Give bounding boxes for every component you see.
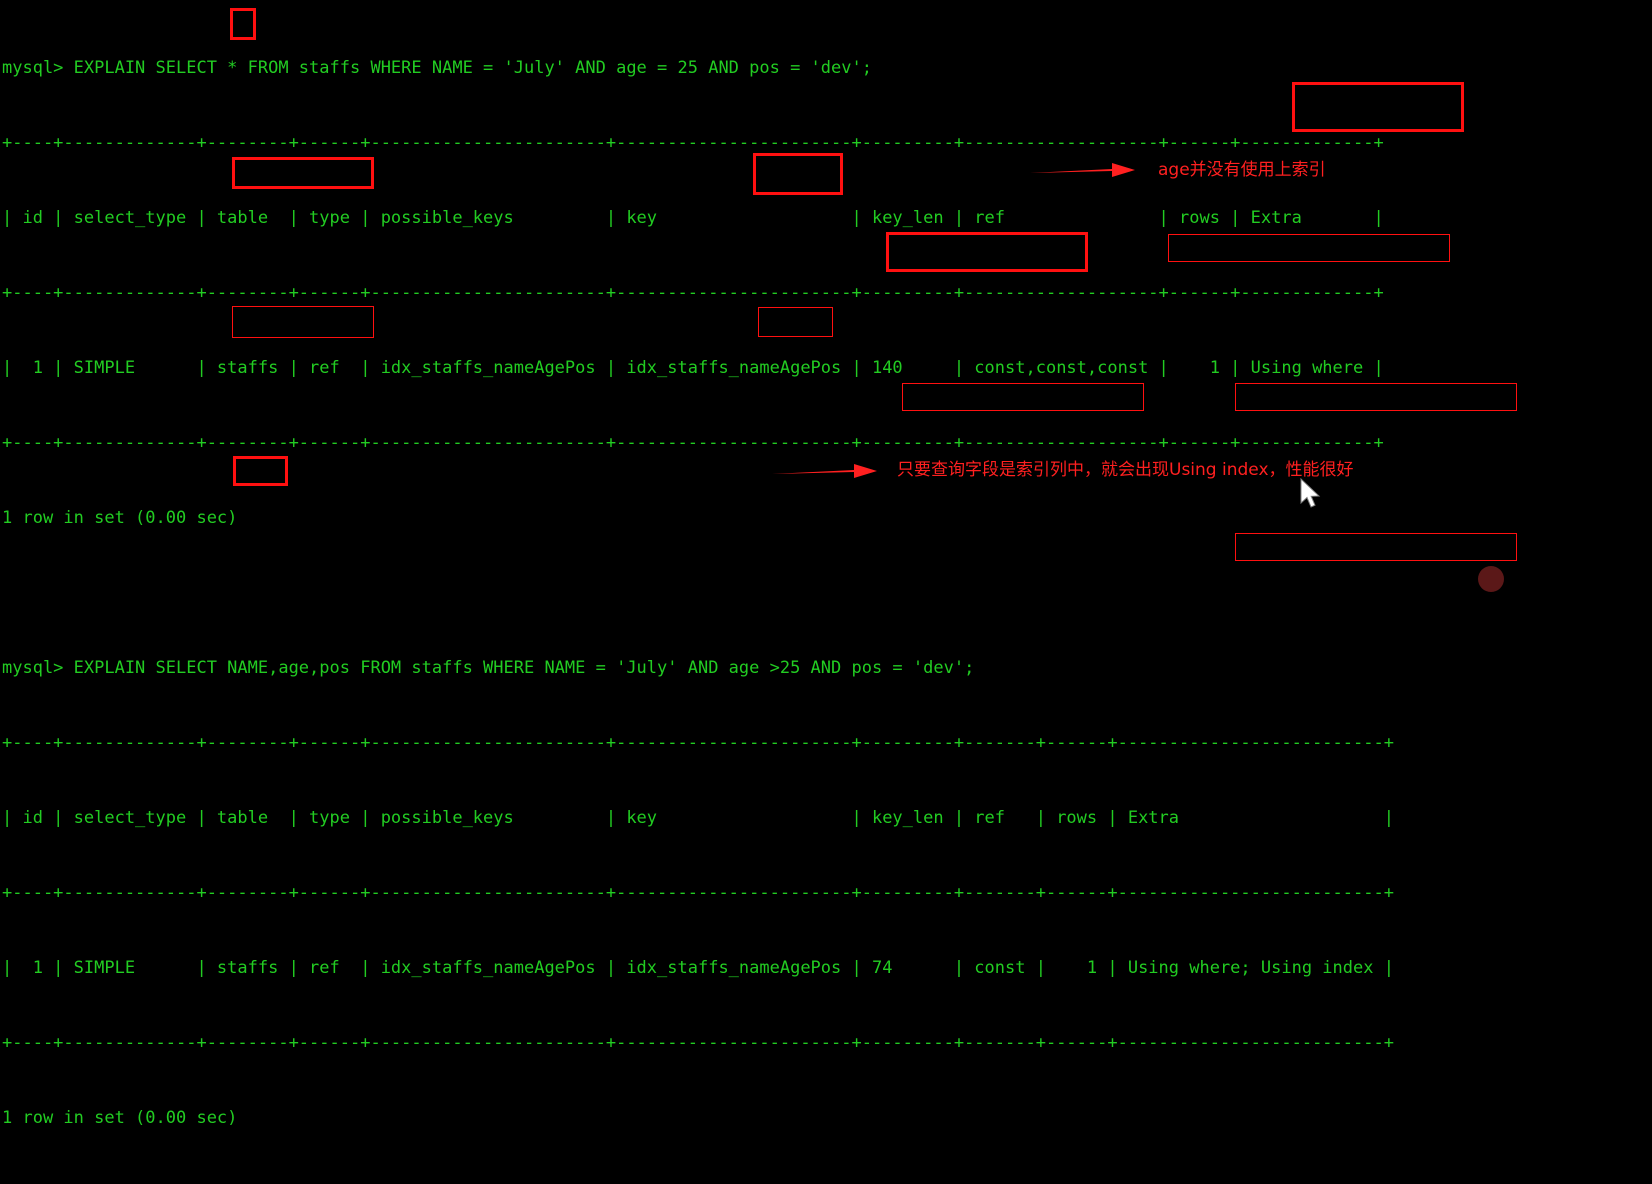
terminal-line: | id | select_type | table | type | poss… <box>2 808 1394 828</box>
terminal-line: +----+-------------+--------+------+----… <box>2 283 1384 303</box>
terminal-line: 1 row in set (0.00 sec) <box>2 1108 238 1128</box>
terminal-line: | 1 | SIMPLE | staffs | ref | idx_staffs… <box>2 958 1394 978</box>
terminal-line: mysql> EXPLAIN SELECT * FROM staffs WHER… <box>2 58 872 78</box>
scroll-indicator[interactable] <box>1478 566 1504 592</box>
terminal-line: +----+-------------+--------+------+----… <box>2 883 1394 903</box>
annotation-age-no-index: age并没有使用上索引 <box>1158 160 1326 180</box>
terminal-line: +----+-------------+--------+------+----… <box>2 433 1384 453</box>
terminal-line: | id | select_type | table | type | poss… <box>2 208 1384 228</box>
terminal-line: +----+-------------+--------+------+----… <box>2 1033 1394 1053</box>
terminal-output[interactable]: mysql> EXPLAIN SELECT * FROM staffs WHER… <box>0 0 1652 1128</box>
terminal-line: | 1 | SIMPLE | staffs | ref | idx_staffs… <box>2 358 1384 378</box>
annotation-using-index-good: 只要查询字段是索引列中，就会出现Using index，性能很好 <box>897 460 1354 480</box>
terminal-line: 1 row in set (0.00 sec) <box>2 508 238 528</box>
terminal-line: +----+-------------+--------+------+----… <box>2 733 1394 753</box>
terminal-line: +----+-------------+--------+------+----… <box>2 133 1384 153</box>
terminal-line: mysql> EXPLAIN SELECT NAME,age,pos FROM … <box>2 658 975 678</box>
